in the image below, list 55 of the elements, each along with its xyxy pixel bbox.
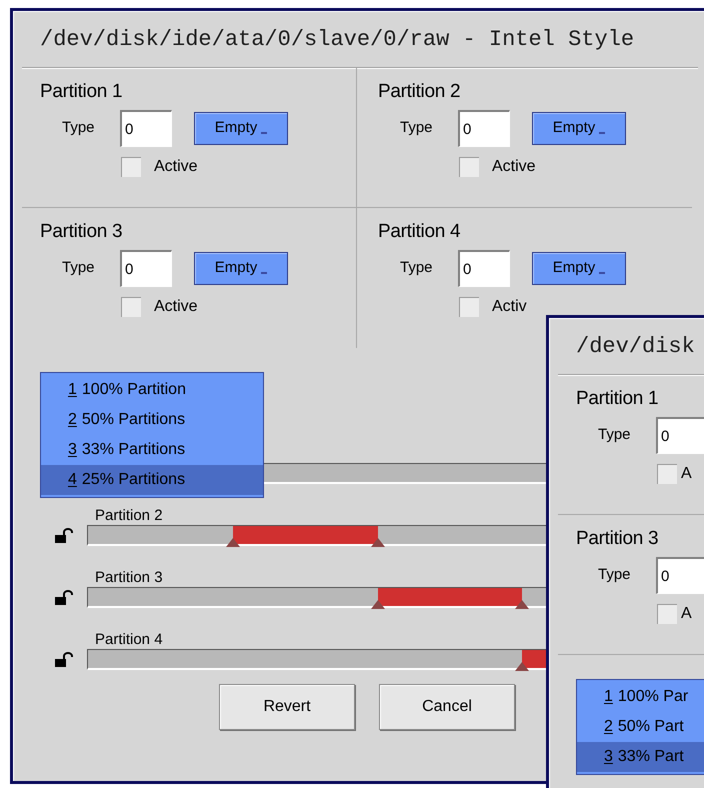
active-label: Activ [492,297,527,317]
type-label: Type [62,258,96,278]
unlocked-padlock-icon[interactable] [54,652,74,668]
caret-icon [599,272,606,274]
type-label: Type [598,425,632,446]
active-label: Active [154,297,198,317]
slider-label: Partition 3 [95,569,163,586]
partition-heading: Partition 3 [40,220,124,244]
caret-icon [599,132,606,134]
partition-heading: Partition 2 [378,80,462,104]
type-input-field[interactable]: 0 [120,250,172,287]
menu-item[interactable]: 3 33% Part [577,742,704,772]
partition-heading: Partition 3 [576,527,660,551]
active-label: Active [154,157,198,177]
menu-item[interactable]: 4 25% Partitions [41,465,263,495]
type-input-field[interactable]: 0 [656,417,704,454]
active-label: Active [492,157,536,177]
slider-handle-icon[interactable] [515,600,530,609]
slider-label: Partition 2 [95,507,163,524]
active-checkbox[interactable] [459,157,479,177]
active-label: A [681,464,692,484]
active-checkbox[interactable] [121,157,141,177]
type-dropdown-button[interactable]: Empty [532,252,626,285]
partition-heading: Partition 1 [40,80,124,104]
caret-icon [261,272,268,274]
partition-heading: Partition 1 [576,387,660,411]
dialog-button[interactable]: Revert [219,684,355,730]
active-label: A [681,604,692,624]
type-label: Type [400,258,434,278]
window-title: /dev/disk [576,332,695,360]
slider-handle-icon[interactable] [515,662,530,671]
slider-handle-icon[interactable] [226,538,240,547]
type-dropdown-button[interactable]: Empty [532,112,626,145]
slider-handle-icon[interactable] [370,600,384,609]
type-label: Type [400,118,434,138]
window-title: /dev/disk/ide/ata/0/slave/0/raw - Intel Style [40,26,634,54]
dialog-button[interactable]: Cancel [379,684,515,730]
active-checkbox[interactable] [657,464,677,484]
partition-heading: Partition 4 [378,220,462,244]
slider-handle-icon[interactable] [370,538,384,547]
active-checkbox[interactable] [121,297,141,317]
caret-icon [261,132,268,134]
type-input-field[interactable]: 0 [120,110,172,147]
active-checkbox[interactable] [657,604,677,624]
type-input-field[interactable]: 0 [458,250,510,287]
unlocked-padlock-icon[interactable] [54,528,74,544]
unlocked-padlock-icon[interactable] [54,590,74,606]
type-label: Type [62,118,96,138]
slider-label: Partition 4 [95,631,163,648]
type-input-field[interactable]: 0 [458,110,510,147]
type-dropdown-button[interactable]: Empty [194,252,288,285]
type-dropdown-button[interactable]: Empty [194,112,288,145]
active-checkbox[interactable] [459,297,479,317]
type-label: Type [598,565,632,586]
type-input-field[interactable]: 0 [656,557,704,594]
